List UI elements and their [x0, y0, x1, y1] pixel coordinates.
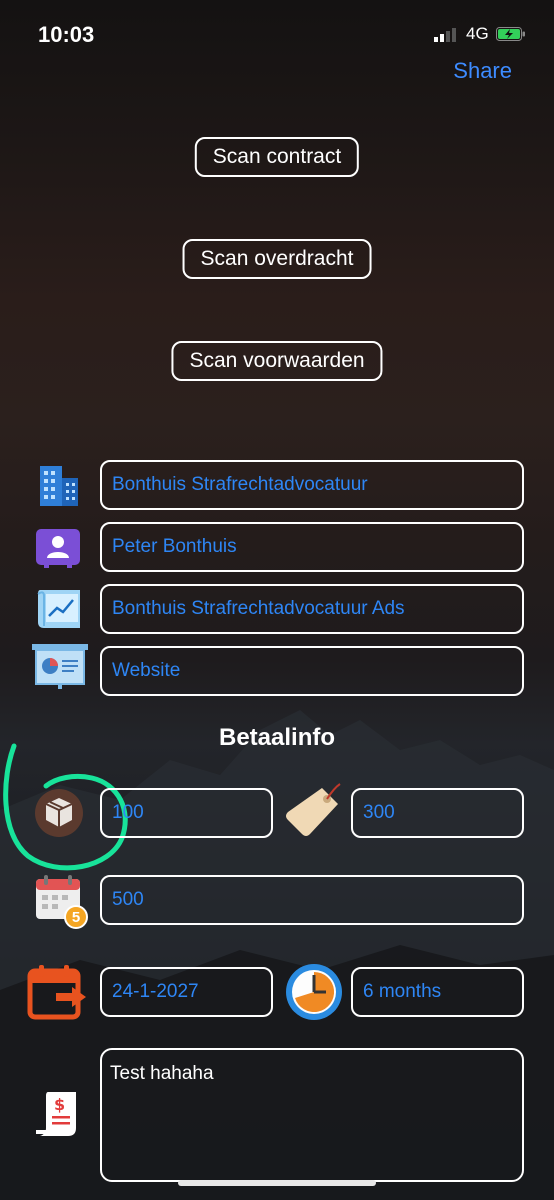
- status-bar: 10:03 4G: [0, 0, 554, 47]
- svg-text:$: $: [54, 1095, 65, 1114]
- calendar-exit-icon: [27, 965, 86, 1020]
- price-field[interactable]: 300: [351, 788, 524, 838]
- network-type: 4G: [466, 24, 489, 43]
- chart-map-icon: [37, 590, 80, 628]
- calendar-badge: 5: [64, 905, 88, 929]
- scan-contract-button[interactable]: Scan contract: [194, 137, 360, 177]
- account-field[interactable]: Bonthuis Strafrechtadvocatuur Ads: [100, 584, 524, 634]
- status-time: 10:03: [38, 22, 95, 47]
- office-building-icon: [40, 466, 78, 506]
- monthly-field[interactable]: 500: [100, 875, 524, 925]
- channel-field[interactable]: Website: [100, 646, 524, 696]
- clock-icon: [286, 964, 342, 1020]
- notes-textarea[interactable]: Test hahaha: [100, 1048, 524, 1182]
- company-field[interactable]: Bonthuis Strafrechtadvocatuur: [100, 460, 524, 510]
- amount-field[interactable]: 100: [100, 788, 273, 838]
- invoice-receipt-icon: $: [36, 1092, 76, 1136]
- scan-voorwaarden-button[interactable]: Scan voorwaarden: [171, 341, 383, 381]
- duration-field[interactable]: 6 months: [351, 967, 524, 1017]
- home-indicator: [178, 1180, 376, 1186]
- presentation-board-icon: [32, 644, 88, 689]
- contact-card-icon: [36, 529, 80, 568]
- box-package-icon: [35, 789, 83, 837]
- scan-overdracht-button[interactable]: Scan overdracht: [182, 239, 372, 279]
- contact-field[interactable]: Peter Bonthuis: [100, 522, 524, 572]
- signal-icon: [434, 28, 456, 42]
- share-button[interactable]: Share: [453, 58, 512, 84]
- battery-charging-icon: [496, 27, 525, 41]
- price-tag-icon: [286, 783, 341, 836]
- end-date-field[interactable]: 24-1-2027: [100, 967, 273, 1017]
